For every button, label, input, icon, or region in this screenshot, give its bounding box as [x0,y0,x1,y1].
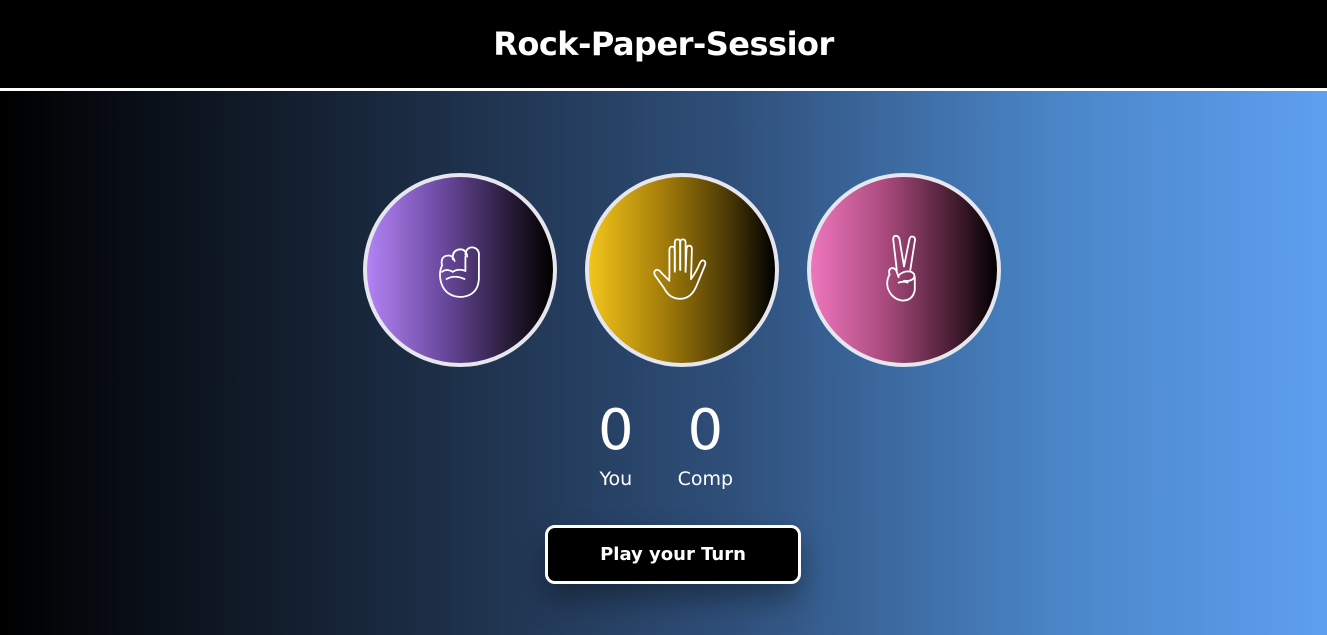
paper-choice-button[interactable] [585,173,779,367]
header-bar: Rock-Paper-Sessior [0,0,1327,91]
play-turn-button[interactable]: Play your Turn [545,525,801,584]
choices-row [363,173,1001,367]
comp-score-value: 0 [687,398,724,463]
comp-score: 0 Comp [678,398,733,490]
scissors-choice-button[interactable] [807,173,1001,367]
open-hand-icon [653,238,707,300]
user-score-label: You [599,468,633,490]
peace-hand-icon [886,234,916,302]
scoreboard: 0 You 0 Comp [598,398,733,490]
user-score-value: 0 [598,398,634,463]
fist-icon [439,246,480,298]
rock-choice-button[interactable] [363,173,557,367]
comp-score-label: Comp [677,468,734,490]
page-title: Rock-Paper-Sessior [493,25,834,63]
user-score: 0 You [598,398,634,490]
